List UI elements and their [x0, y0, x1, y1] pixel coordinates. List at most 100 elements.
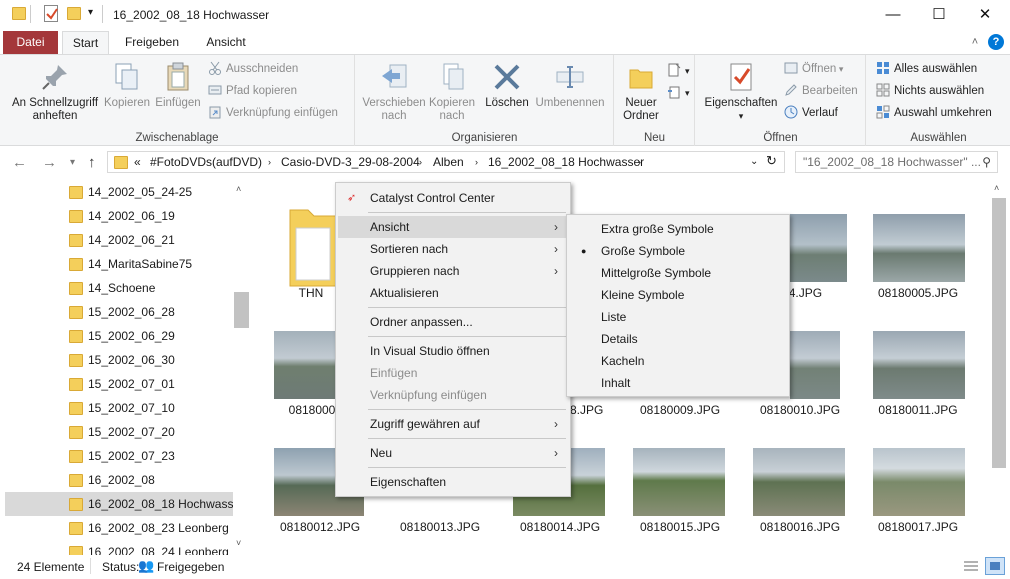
view-option-details[interactable]: Details — [569, 328, 787, 350]
tree-item[interactable]: 15_2002_07_10 — [5, 396, 233, 420]
menu-item-give-access[interactable]: Zugriff gewähren auf › — [338, 413, 568, 435]
breadcrumb-alben[interactable]: Alben — [433, 155, 464, 169]
image-thumbnail[interactable] — [873, 214, 965, 282]
maximize-button[interactable]: ☐ — [916, 0, 962, 30]
recent-locations-icon[interactable]: ▾ — [70, 157, 75, 168]
paste-shortcut-button[interactable]: Verknüpfung einfügen — [208, 103, 338, 123]
tree-item[interactable]: 16_2002_08_24 Leonberg — [5, 540, 233, 555]
address-bar[interactable]: « #FotoDVDs(aufDVD) › Casio-DVD-3_29-08-… — [107, 151, 785, 173]
tree-item[interactable]: 16_2002_08_23 Leonberg — [5, 516, 233, 540]
tree-item[interactable]: 15_2002_06_29 — [5, 324, 233, 348]
tab-start[interactable]: Start — [62, 31, 109, 55]
breadcrumb-current[interactable]: 16_2002_08_18 Hochwasser — [488, 155, 644, 169]
tree-item[interactable]: 15_2002_07_20 — [5, 420, 233, 444]
view-option-small-icons[interactable]: Kleine Symbole — [569, 284, 787, 306]
tree-item[interactable]: 14_2002_05_24-25 — [5, 180, 233, 204]
tree-item[interactable]: 14_MaritaSabine75 — [5, 252, 233, 276]
delete-button[interactable]: Löschen — [482, 61, 532, 110]
collapse-ribbon-icon[interactable]: ˄ — [966, 31, 984, 54]
refresh-icon[interactable]: ↻ — [766, 153, 777, 169]
large-icons-view-icon[interactable] — [985, 557, 1005, 575]
forward-arrow-icon[interactable]: → — [42, 154, 57, 171]
easy-access-button[interactable]: ▾ — [667, 83, 690, 103]
tree-item[interactable]: 16_2002_08 — [5, 468, 233, 492]
properties-quick-icon[interactable] — [44, 5, 58, 22]
tree-item[interactable]: 15_2002_06_30 — [5, 348, 233, 372]
menu-item-paste[interactable]: Einfügen — [338, 362, 568, 384]
tree-item[interactable]: 14_Schoene — [5, 276, 233, 300]
tree-item[interactable]: 15_2002_07_23 — [5, 444, 233, 468]
view-option-large-icons[interactable]: ● Große Symbole — [569, 240, 787, 262]
image-thumbnail[interactable] — [274, 331, 336, 399]
tree-item-selected[interactable]: 16_2002_08_18 Hochwasser — [5, 492, 244, 516]
menu-item-customize-folder[interactable]: Ordner anpassen... — [338, 311, 568, 333]
edit-button[interactable]: Bearbeiten — [784, 81, 858, 101]
menu-item-new[interactable]: Neu › — [338, 442, 568, 464]
menu-item-refresh[interactable]: Aktualisieren — [338, 282, 568, 304]
close-button[interactable]: ✕ — [962, 0, 1008, 30]
scrollbar-thumb[interactable] — [992, 198, 1006, 468]
details-view-icon[interactable] — [962, 559, 980, 575]
properties-button[interactable]: Eigenschaften ▾ — [700, 61, 782, 123]
copy-to-button[interactable]: Kopieren nach — [426, 61, 478, 123]
up-arrow-icon[interactable]: ↑ — [88, 154, 96, 171]
breadcrumb-separator-icon[interactable]: › — [268, 157, 271, 167]
breadcrumb-separator-icon[interactable]: › — [638, 157, 641, 167]
image-thumbnail[interactable] — [753, 448, 845, 516]
tab-ansicht[interactable]: Ansicht — [194, 31, 258, 54]
minimize-button[interactable]: — — [870, 0, 916, 30]
history-button[interactable]: Verlauf — [784, 103, 838, 123]
scrollbar-thumb[interactable] — [234, 292, 249, 328]
invert-selection-button[interactable]: Auswahl umkehren — [876, 103, 992, 123]
paste-button[interactable]: Einfügen — [152, 61, 204, 110]
breadcrumb-casio-dvd[interactable]: Casio-DVD-3_29-08-2004 — [281, 155, 420, 169]
menu-item-catalyst[interactable]: ➶ Catalyst Control Center — [338, 187, 568, 209]
pin-quick-access-button[interactable]: An Schnellzugriff anheften — [4, 61, 106, 123]
new-folder-quick-icon[interactable] — [67, 7, 81, 20]
menu-item-sort-by[interactable]: Sortieren nach › — [338, 238, 568, 260]
view-option-tiles[interactable]: Kacheln — [569, 350, 787, 372]
help-icon[interactable]: ? — [988, 34, 1004, 50]
back-arrow-icon[interactable]: ← — [12, 154, 27, 171]
breadcrumb-separator-icon[interactable]: › — [475, 157, 478, 167]
breadcrumb-separator-icon[interactable]: › — [419, 157, 422, 167]
image-thumbnail[interactable] — [873, 331, 965, 399]
folder-thumbnail[interactable] — [288, 198, 337, 287]
scroll-up-icon[interactable]: ˄ — [994, 183, 999, 193]
tree-item[interactable]: 15_2002_06_28 — [5, 300, 233, 324]
open-button[interactable]: Öffnen ▾ — [784, 59, 843, 79]
address-dropdown-icon[interactable]: ⌄ — [750, 156, 758, 167]
customize-quick-access-icon[interactable]: ▾ — [88, 7, 93, 18]
scroll-down-icon[interactable]: ˅ — [236, 538, 241, 548]
menu-item-properties[interactable]: Eigenschaften — [338, 471, 568, 493]
tab-datei[interactable]: Datei — [3, 31, 58, 54]
tree-item[interactable]: 14_2002_06_19 — [5, 204, 233, 228]
menu-item-open-visual-studio[interactable]: In Visual Studio öffnen — [338, 340, 568, 362]
select-none-button[interactable]: Nichts auswählen — [876, 81, 984, 101]
menu-item-group-by[interactable]: Gruppieren nach › — [338, 260, 568, 282]
copy-path-button[interactable]: Pfad kopieren — [208, 81, 297, 101]
tree-item[interactable]: 15_2002_07_01 — [5, 372, 233, 396]
search-input[interactable]: "16_2002_08_18 Hochwasser" ... ⚲ — [795, 151, 998, 173]
image-thumbnail[interactable] — [633, 448, 725, 516]
menu-item-paste-shortcut[interactable]: Verknüpfung einfügen — [338, 384, 568, 406]
tree-scrollbar[interactable]: ˄ ˅ — [233, 180, 250, 555]
menu-item-view[interactable]: Ansicht › — [338, 216, 568, 238]
view-option-extra-large-icons[interactable]: Extra große Symbole — [569, 218, 787, 240]
image-thumbnail[interactable] — [873, 448, 965, 516]
view-option-medium-icons[interactable]: Mittelgroße Symbole — [569, 262, 787, 284]
view-option-content[interactable]: Inhalt — [569, 372, 787, 394]
image-thumbnail[interactable] — [790, 331, 840, 399]
new-folder-button[interactable]: Neuer Ordner — [617, 61, 665, 123]
tab-freigeben[interactable]: Freigeben — [113, 31, 191, 54]
tree-item[interactable]: 14_2002_06_21 — [5, 228, 233, 252]
breadcrumb-overflow[interactable]: « — [134, 155, 141, 169]
cut-button[interactable]: Ausschneiden — [208, 59, 298, 79]
view-option-list[interactable]: Liste — [569, 306, 787, 328]
move-to-button[interactable]: Verschieben nach — [360, 61, 428, 123]
copy-button[interactable]: Kopieren — [102, 61, 152, 110]
scroll-up-icon[interactable]: ˄ — [236, 184, 241, 194]
select-all-button[interactable]: Alles auswählen — [876, 59, 977, 79]
new-item-button[interactable]: ▾ — [667, 61, 690, 81]
breadcrumb-fotodvds[interactable]: #FotoDVDs(aufDVD) — [150, 155, 262, 169]
